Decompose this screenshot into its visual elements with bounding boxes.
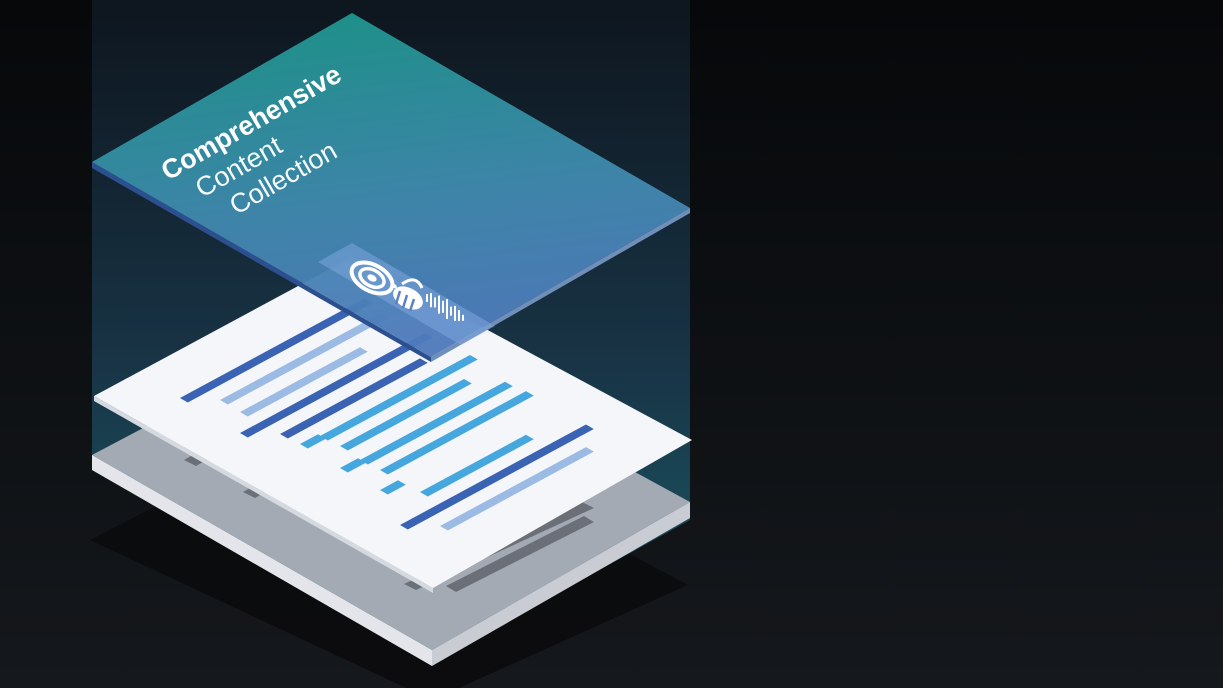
waveform-bar (430, 293, 432, 308)
waveform-bar (438, 295, 440, 314)
waveform-bar (458, 310, 460, 322)
waveform-bar (434, 297, 436, 308)
waveform-bar (450, 306, 452, 316)
waveform-bar (426, 294, 428, 302)
waveform-bar (462, 314, 464, 321)
waveform-bar (442, 300, 444, 313)
illustration-stage: Comprehensive Content Collection (0, 0, 1223, 688)
waveform-bar (454, 305, 456, 321)
layered-illustration: Comprehensive Content Collection (0, 0, 1223, 688)
waveform-bar (446, 299, 448, 319)
